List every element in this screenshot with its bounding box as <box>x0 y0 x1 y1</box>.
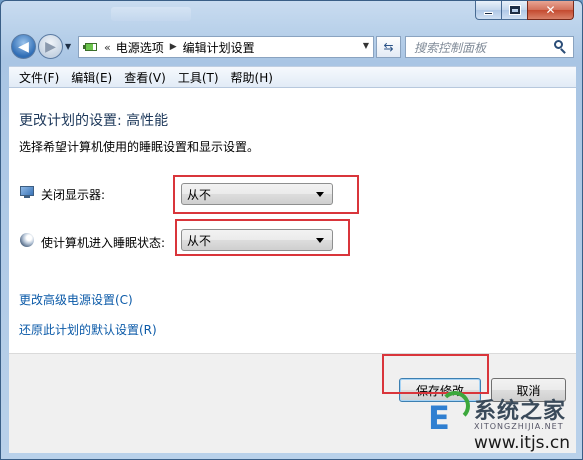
menu-view[interactable]: 查看(V) <box>118 69 172 86</box>
highlight-box-sleep <box>175 219 350 256</box>
menu-help[interactable]: 帮助(H) <box>225 69 279 86</box>
control-panel-window: ✕ ◀ ▶ ▼ « 电源选项 ▶ 编辑计划设置 ▼ ⇆ 搜索控制面板 文件(F)… <box>0 0 583 460</box>
cancel-button[interactable]: 取消 <box>491 378 566 402</box>
forward-arrow-icon: ▶ <box>45 38 56 55</box>
search-input[interactable]: 搜索控制面板 <box>414 39 551 56</box>
breadcrumb-chevron-icon[interactable]: ▶ <box>170 42 177 52</box>
breadcrumb-power-options[interactable]: 电源选项 <box>116 39 164 56</box>
address-dropdown-icon[interactable]: ▼ <box>363 41 369 50</box>
recent-pages-dropdown-icon[interactable]: ▼ <box>65 42 71 51</box>
page-description: 选择希望计算机使用的睡眠设置和显示设置。 <box>19 140 260 154</box>
advanced-power-settings-link[interactable]: 更改高级电源设置(C) <box>19 291 133 308</box>
power-options-icon <box>83 40 99 54</box>
button-bar: 保存修改 取消 <box>9 353 576 453</box>
navigation-bar: ◀ ▶ ▼ « 电源选项 ▶ 编辑计划设置 ▼ ⇆ 搜索控制面板 <box>1 31 582 63</box>
menu-tools[interactable]: 工具(T) <box>172 69 225 86</box>
minimize-button[interactable] <box>475 1 502 20</box>
title-bar-tab <box>111 7 191 21</box>
refresh-icon: ⇆ <box>383 40 394 54</box>
back-arrow-icon: ◀ <box>18 38 29 55</box>
search-icon[interactable] <box>551 38 569 56</box>
forward-button[interactable]: ▶ <box>38 34 63 59</box>
menu-edit[interactable]: 编辑(E) <box>65 69 118 86</box>
address-overflow[interactable]: « <box>104 41 111 54</box>
breadcrumb-edit-plan[interactable]: 编辑计划设置 <box>183 39 255 56</box>
content-pane: 更改计划的设置: 高性能 选择希望计算机使用的睡眠设置和显示设置。 关闭显示器:… <box>9 88 576 353</box>
turn-off-display-label: 关闭显示器: <box>41 188 106 202</box>
maximize-button[interactable] <box>501 1 528 20</box>
menu-bar: 文件(F) 编辑(E) 查看(V) 工具(T) 帮助(H) <box>9 66 576 88</box>
menu-file[interactable]: 文件(F) <box>13 69 65 86</box>
page-title: 更改计划的设置: 高性能 <box>19 113 169 129</box>
minimize-icon <box>484 11 493 15</box>
address-bar[interactable]: « 电源选项 ▶ 编辑计划设置 ▼ <box>78 36 374 58</box>
close-icon: ✕ <box>545 3 556 17</box>
title-bar: ✕ <box>1 1 582 29</box>
highlight-box-save <box>382 354 489 394</box>
refresh-button[interactable]: ⇆ <box>376 36 401 58</box>
close-button[interactable]: ✕ <box>527 1 574 20</box>
highlight-box-display <box>173 175 359 214</box>
maximize-icon <box>508 5 521 15</box>
monitor-icon <box>20 185 34 199</box>
restore-defaults-link[interactable]: 还原此计划的默认设置(R) <box>19 321 157 338</box>
sleep-label: 使计算机进入睡眠状态: <box>41 236 166 250</box>
search-box[interactable]: 搜索控制面板 <box>405 36 574 58</box>
moon-icon <box>20 233 34 247</box>
back-button[interactable]: ◀ <box>11 34 36 59</box>
